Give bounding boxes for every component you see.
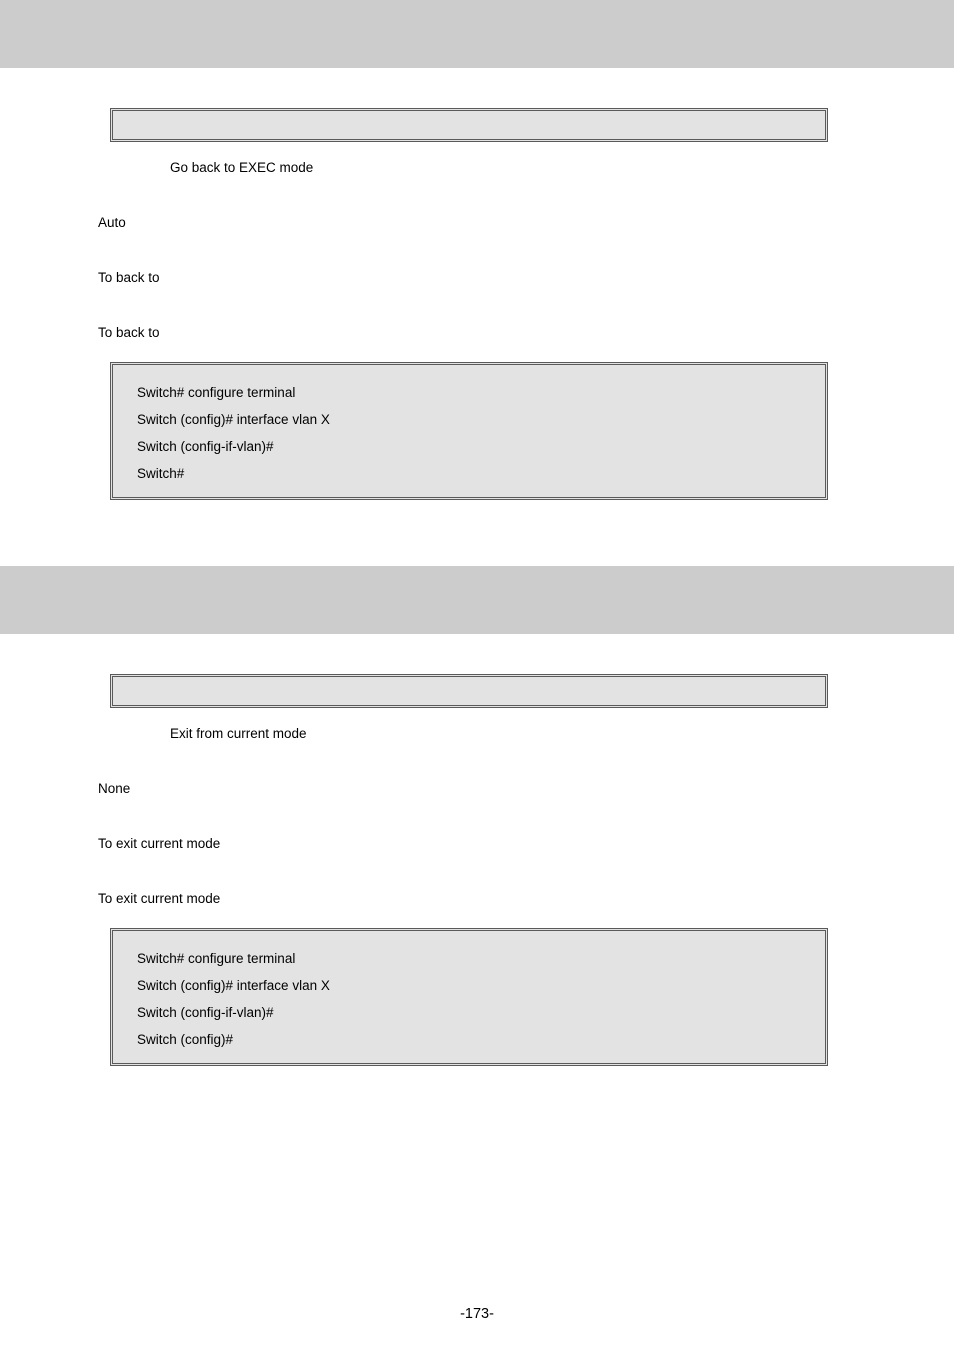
- code-block-2: Switch# configure terminal Switch (confi…: [110, 928, 828, 1066]
- section-2-content: Exit from current mode None To exit curr…: [0, 674, 954, 1066]
- syntax-box-2: [110, 674, 828, 708]
- page-number: -173-: [0, 1306, 954, 1322]
- code-line: Switch (config-if-vlan)#: [137, 999, 801, 1026]
- code-line: Switch# configure terminal: [137, 379, 801, 406]
- section-gap: [0, 500, 954, 566]
- code-line: Switch#: [137, 460, 801, 487]
- code-line: Switch (config)# interface vlan X: [137, 406, 801, 433]
- default-value-2: None: [98, 781, 856, 796]
- usage-guide-1: To back to: [98, 270, 856, 285]
- code-block-1: Switch# configure terminal Switch (confi…: [110, 362, 828, 500]
- code-line: Switch (config)#: [137, 1026, 801, 1053]
- section-header-1: [0, 0, 954, 68]
- default-value-1: Auto: [98, 215, 856, 230]
- syntax-box-1: [110, 108, 828, 142]
- code-line: Switch (config)# interface vlan X: [137, 972, 801, 999]
- syntax-description-1: Go back to EXEC mode: [170, 160, 856, 175]
- syntax-description-2: Exit from current mode: [170, 726, 856, 741]
- example-intro-2: To exit current mode: [98, 891, 856, 906]
- section-header-2: [0, 566, 954, 634]
- code-line: Switch (config-if-vlan)#: [137, 433, 801, 460]
- usage-guide-2: To exit current mode: [98, 836, 856, 851]
- example-intro-1: To back to: [98, 325, 856, 340]
- code-line: Switch# configure terminal: [137, 945, 801, 972]
- section-1-content: Go back to EXEC mode Auto To back to To …: [0, 108, 954, 500]
- page: Go back to EXEC mode Auto To back to To …: [0, 0, 954, 1350]
